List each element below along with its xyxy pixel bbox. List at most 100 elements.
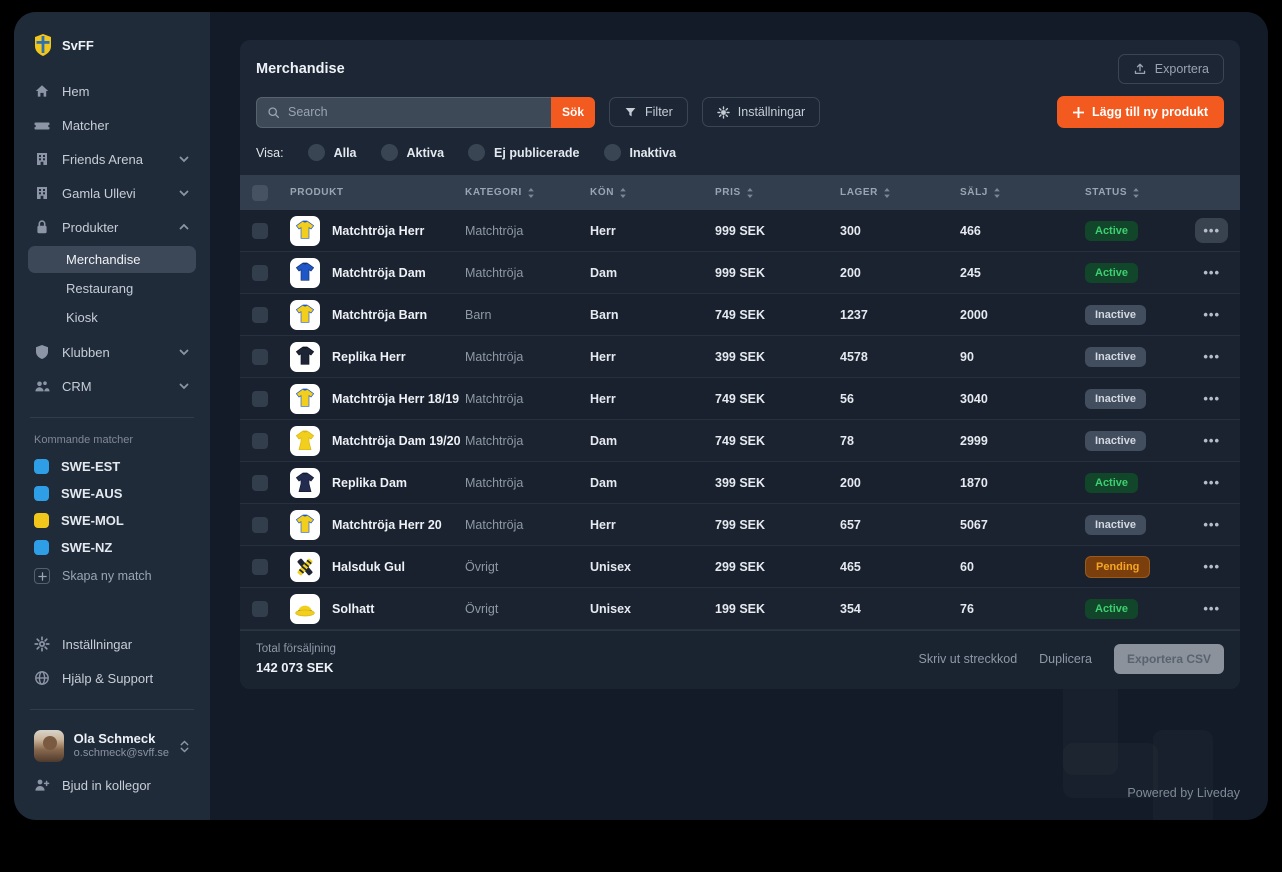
add-product-button[interactable]: Lägg till ny produkt	[1057, 96, 1224, 128]
cell-lager: 78	[840, 434, 960, 448]
row-actions-button[interactable]: •••	[1195, 386, 1228, 411]
sidebar-item-label: Klubben	[62, 345, 110, 360]
row-actions-button[interactable]: •••	[1195, 428, 1228, 453]
table-row[interactable]: Matchtröja Dam Matchtröja Dam 999 SEK 20…	[240, 252, 1240, 294]
cell-kategori: Matchtröja	[465, 518, 590, 532]
table-row[interactable]: Halsduk Gul Övrigt Unisex 299 SEK 465 60…	[240, 546, 1240, 588]
filter-label: Filter	[645, 105, 673, 119]
sidebar-item-matcher[interactable]: Matcher	[28, 110, 196, 140]
sidebar-item-kiosk[interactable]: Kiosk	[28, 304, 196, 331]
row-actions-button[interactable]: •••	[1195, 512, 1228, 537]
row-actions-button[interactable]: •••	[1195, 554, 1228, 579]
upcoming-match-item[interactable]: SWE-AUS	[28, 481, 196, 506]
status-badge: Active	[1085, 221, 1138, 241]
product-name: Replika Dam	[332, 476, 407, 490]
column-header-produkt[interactable]: PRODUKT	[290, 187, 465, 198]
visa-radio-option[interactable]: Inaktiva	[604, 144, 677, 161]
product-name: Matchtröja Herr 20	[332, 518, 442, 532]
user-menu[interactable]: Ola Schmeck o.schmeck@svff.se	[28, 722, 196, 770]
export-button[interactable]: Exportera	[1118, 54, 1224, 84]
product-name: Matchtröja Herr 18/19	[332, 392, 459, 406]
cell-pris: 999 SEK	[715, 266, 840, 280]
column-header-status[interactable]: STATUS	[1085, 187, 1195, 199]
row-checkbox[interactable]	[252, 601, 268, 617]
sidebar-item-installningar[interactable]: Inställningar	[28, 629, 196, 659]
table-row[interactable]: Matchtröja Dam 19/20 Matchtröja Dam 749 …	[240, 420, 1240, 462]
column-header-salj[interactable]: SÄLJ	[960, 187, 1085, 199]
row-actions-button[interactable]: •••	[1195, 344, 1228, 369]
cell-kon: Herr	[590, 350, 715, 364]
row-checkbox[interactable]	[252, 517, 268, 533]
row-checkbox[interactable]	[252, 223, 268, 239]
column-header-kategori[interactable]: KATEGORI	[465, 187, 590, 199]
duplicate-button[interactable]: Duplicera	[1039, 652, 1092, 666]
ticket-icon	[34, 117, 50, 133]
match-color-square	[34, 513, 49, 528]
table-row[interactable]: Replika Dam Matchtröja Dam 399 SEK 200 1…	[240, 462, 1240, 504]
cell-pris: 749 SEK	[715, 434, 840, 448]
merchandise-panel: Merchandise Exportera Sök Filter	[240, 40, 1240, 689]
main-area: Merchandise Exportera Sök Filter	[210, 12, 1268, 820]
sidebar-item-merchandise[interactable]: Merchandise	[28, 246, 196, 273]
search-input[interactable]	[288, 105, 541, 119]
filter-button[interactable]: Filter	[609, 97, 688, 127]
sort-icon	[746, 187, 754, 199]
visa-radio-option[interactable]: Aktiva	[381, 144, 445, 161]
row-checkbox[interactable]	[252, 433, 268, 449]
cell-kon: Unisex	[590, 560, 715, 574]
upcoming-matches-heading: Kommande matcher	[28, 430, 196, 454]
create-match-button[interactable]: Skapa ny match	[28, 562, 196, 590]
row-checkbox[interactable]	[252, 391, 268, 407]
row-checkbox[interactable]	[252, 265, 268, 281]
export-csv-button[interactable]: Exportera CSV	[1114, 644, 1224, 674]
upcoming-match-item[interactable]: SWE-EST	[28, 454, 196, 479]
cell-salj: 60	[960, 560, 1085, 574]
row-actions-button[interactable]: •••	[1195, 596, 1228, 621]
select-all-checkbox[interactable]	[252, 185, 268, 201]
row-actions-button[interactable]: •••	[1195, 302, 1228, 327]
sidebar-item-gamla-ullevi[interactable]: Gamla Ullevi	[28, 178, 196, 208]
invite-colleagues-button[interactable]: Bjud in kollegor	[28, 770, 196, 800]
row-checkbox[interactable]	[252, 475, 268, 491]
table-row[interactable]: Matchtröja Herr 18/19 Matchtröja Herr 74…	[240, 378, 1240, 420]
brand-name: SvFF	[62, 38, 94, 53]
sidebar-item-crm[interactable]: CRM	[28, 371, 196, 401]
column-header-pris[interactable]: PRIS	[715, 187, 840, 199]
sidebar-item-restaurang[interactable]: Restaurang	[28, 275, 196, 302]
plus-icon	[34, 568, 50, 584]
sidebar-item-hjalp-support[interactable]: Hjälp & Support	[28, 663, 196, 693]
table-settings-button[interactable]: Inställningar	[702, 97, 820, 127]
visa-radio-option[interactable]: Alla	[308, 144, 357, 161]
sidebar-item-hem[interactable]: Hem	[28, 76, 196, 106]
upcoming-match-item[interactable]: SWE-NZ	[28, 535, 196, 560]
sidebar-item-klubben[interactable]: Klubben	[28, 337, 196, 367]
gear-icon	[34, 636, 50, 652]
row-actions-button[interactable]: •••	[1195, 218, 1228, 243]
product-name: Matchtröja Dam 19/20	[332, 434, 461, 448]
print-barcode-button[interactable]: Skriv ut streckkod	[919, 652, 1018, 666]
sidebar-item-friends-arena[interactable]: Friends Arena	[28, 144, 196, 174]
watermark-shape	[1153, 730, 1213, 820]
upcoming-match-item[interactable]: SWE-MOL	[28, 508, 196, 533]
table-row[interactable]: Matchtröja Herr 20 Matchtröja Herr 799 S…	[240, 504, 1240, 546]
row-checkbox[interactable]	[252, 559, 268, 575]
table-row[interactable]: Solhatt Övrigt Unisex 199 SEK 354 76 Act…	[240, 588, 1240, 630]
table-row[interactable]: Matchtröja Herr Matchtröja Herr 999 SEK …	[240, 210, 1240, 252]
row-actions-button[interactable]: •••	[1195, 470, 1228, 495]
table-row[interactable]: Matchtröja Barn Barn Barn 749 SEK 1237 2…	[240, 294, 1240, 336]
page-title: Merchandise	[256, 61, 345, 77]
search-submit-button[interactable]: Sök	[551, 97, 595, 128]
column-header-lager[interactable]: LAGER	[840, 187, 960, 199]
column-header-kon[interactable]: KÖN	[590, 187, 715, 199]
row-checkbox[interactable]	[252, 307, 268, 323]
cell-kategori: Barn	[465, 308, 590, 322]
building-icon	[34, 185, 50, 201]
match-label: SWE-MOL	[61, 513, 124, 528]
visa-radio-option[interactable]: Ej publicerade	[468, 144, 579, 161]
sidebar-item-produkter[interactable]: Produkter	[28, 212, 196, 242]
row-checkbox[interactable]	[252, 349, 268, 365]
cell-pris: 999 SEK	[715, 224, 840, 238]
row-actions-button[interactable]: •••	[1195, 260, 1228, 285]
table-settings-label: Inställningar	[738, 105, 805, 119]
table-row[interactable]: Replika Herr Matchtröja Herr 399 SEK 457…	[240, 336, 1240, 378]
